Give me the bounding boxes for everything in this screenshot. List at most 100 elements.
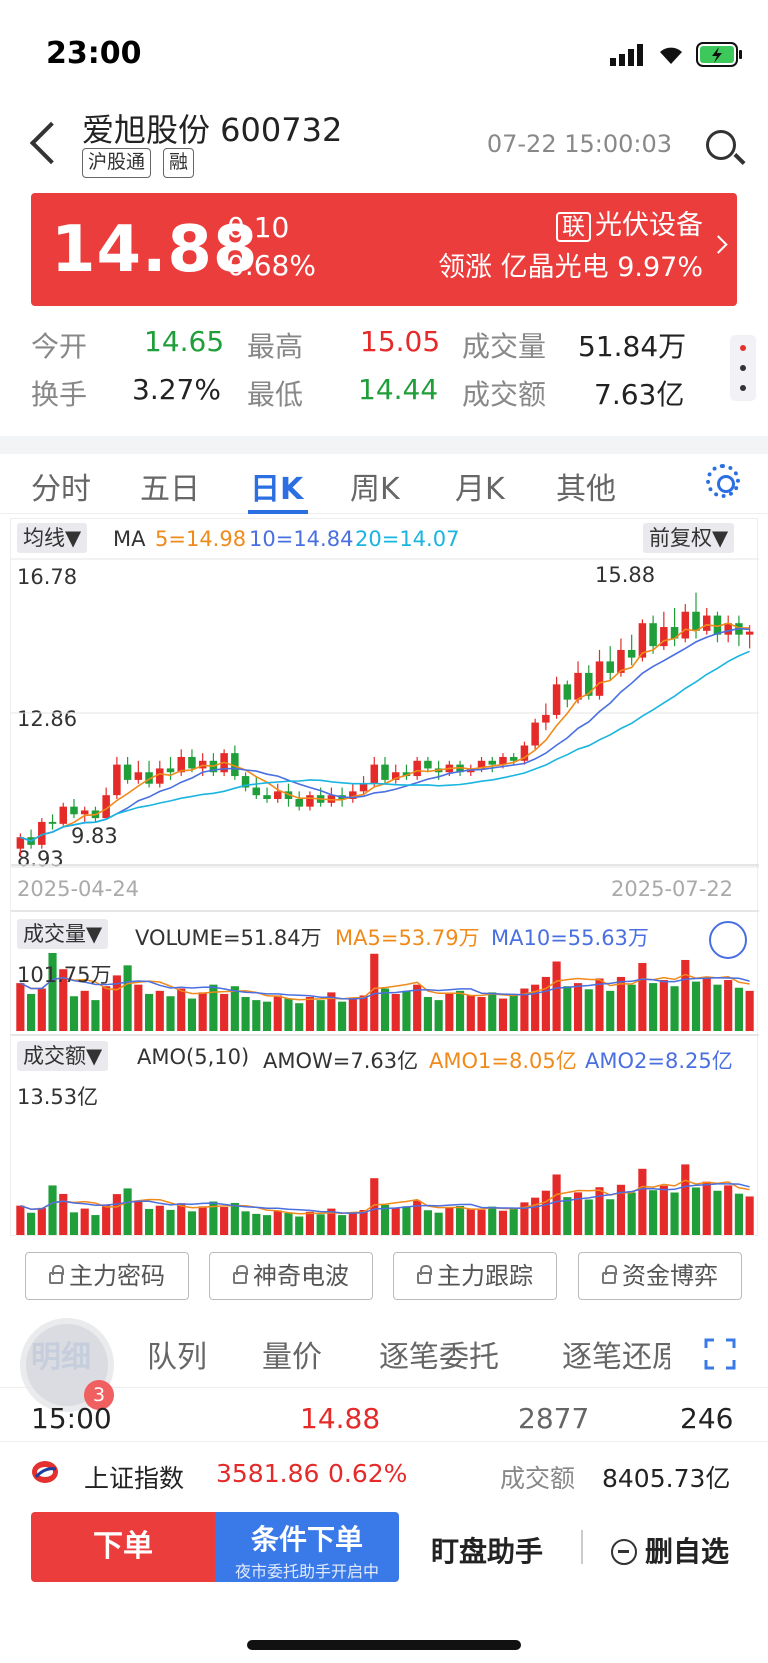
amount-bar: [80, 1208, 89, 1235]
volume-label: 成交量: [462, 330, 547, 363]
market-index-row[interactable]: 上证指数 3581.86 0.62% 成交额 8405.73亿: [0, 1447, 768, 1499]
wifi-icon: [660, 47, 682, 64]
conditional-order-button[interactable]: 条件下单 夜市委托助手开启中: [215, 1512, 399, 1582]
volume-bar: [69, 996, 79, 1031]
ma5-line: [20, 622, 750, 842]
volume-bar: [295, 1003, 304, 1031]
volume-bar: [220, 993, 229, 1031]
high-value: 15.05: [360, 325, 441, 358]
open-label: 今开: [31, 330, 88, 363]
tag-hgt[interactable]: 沪股通: [82, 148, 152, 178]
bottom-action-bar: 下单 条件下单 夜市委托助手开启中 盯盘助手 删自选: [31, 1512, 737, 1582]
tab-intraday[interactable]: 分时: [31, 464, 91, 508]
candle-body: [488, 760, 496, 765]
candle-body: [70, 806, 78, 815]
volume-bar: [509, 993, 518, 1031]
amount-bar: [584, 1199, 593, 1235]
tag-margin[interactable]: 融: [163, 148, 195, 178]
amount-bar: [37, 1207, 46, 1235]
back-icon[interactable]: [29, 121, 73, 165]
volume-bar: [670, 986, 679, 1031]
amount-bar: [552, 1174, 561, 1235]
volume-bar: [177, 988, 186, 1031]
candle-body: [156, 768, 164, 784]
amount-bar: [295, 1216, 304, 1235]
remove-watchlist-label: 删自选: [645, 1535, 730, 1568]
remove-watchlist-button[interactable]: 删自选: [611, 1530, 729, 1570]
signal-icon: [610, 44, 643, 66]
lock-icon: [49, 1265, 64, 1284]
amount-bar: [144, 1208, 154, 1235]
amount-bar: [541, 1190, 550, 1235]
module-main-force-track[interactable]: 主力跟踪: [393, 1252, 557, 1300]
tab-queue[interactable]: 队列: [147, 1332, 207, 1376]
price-change-block: 0.10 0.68%: [227, 209, 316, 285]
tab-weekly-k[interactable]: 周K: [350, 464, 400, 508]
tab-volume-price[interactable]: 量价: [262, 1332, 322, 1376]
volume-bar: [649, 983, 658, 1031]
module-main-force-code[interactable]: 主力密码: [25, 1252, 189, 1300]
module-magic-wave[interactable]: 神奇电波: [209, 1252, 373, 1300]
more-icon[interactable]: [730, 335, 756, 401]
amount-bar: [681, 1164, 690, 1235]
amount-bar: [402, 1206, 411, 1235]
amount-bar: [348, 1212, 357, 1235]
tab-monthly-k[interactable]: 月K: [455, 464, 505, 508]
tick-row: 15:00 14.88 2877 246: [0, 1398, 768, 1442]
volume-bar: [166, 996, 175, 1031]
chevron-right-icon: [709, 235, 728, 254]
amount-bar: [198, 1206, 207, 1235]
tab-tick-orders[interactable]: 逐笔委托: [379, 1332, 499, 1376]
candle-body: [413, 760, 421, 777]
tab-daily-k[interactable]: 日K: [250, 464, 303, 508]
battery-icon: [696, 42, 742, 67]
quote-grid: 今开 14.65 最高 15.05 成交量 51.84万 换手 3.27% 最低…: [0, 315, 768, 435]
volume-bar: [241, 997, 250, 1031]
candle-body: [274, 791, 282, 799]
date-end: 2025-07-22: [611, 877, 734, 901]
sector-leader: 领涨 亿晶光电 9.97%: [438, 252, 703, 283]
volume-bar: [359, 995, 368, 1031]
candle-body: [59, 806, 68, 824]
monitor-helper-button[interactable]: 盯盘助手: [431, 1530, 543, 1570]
kline-chart[interactable]: 均线▼ MA 5=14.98 10=14.84 20=14.07 前复权▼ 16…: [10, 518, 759, 1236]
amount-bar: [48, 1185, 57, 1235]
volume-bar: [16, 983, 25, 1031]
price-change-pct: 0.68%: [227, 249, 316, 282]
volume-ma5: MA5=53.79万: [335, 926, 480, 950]
order-button[interactable]: 下单: [31, 1512, 215, 1582]
candle-body: [263, 795, 271, 799]
settings-icon[interactable]: [706, 464, 740, 498]
candle-body: [692, 611, 700, 631]
search-icon[interactable]: [706, 130, 736, 160]
candle-body: [563, 684, 572, 700]
amount-bar: [606, 1199, 615, 1235]
amount-selector[interactable]: 成交额▼: [17, 1041, 109, 1071]
tab-tick-restore[interactable]: 逐笔还原: [562, 1332, 670, 1376]
detail-tabs: 明细 队列 量价 逐笔委托 逐笔还原: [0, 1318, 768, 1388]
lock-icon: [417, 1265, 432, 1284]
price-panel[interactable]: 14.88 0.10 0.68% 联光伏设备 领涨 亿晶光电 9.97%: [31, 193, 737, 306]
turnover-label: 换手: [31, 378, 88, 411]
amount-bar: [112, 1194, 121, 1235]
volume-bar: [252, 1000, 261, 1031]
volume-value: 51.84万: [578, 330, 687, 363]
index-name: 上证指数: [84, 1464, 185, 1493]
volume-current: VOLUME=51.84万: [135, 926, 322, 950]
volume-bar: [305, 997, 315, 1031]
volume-bar: [423, 997, 432, 1031]
candle-body: [745, 631, 754, 635]
module-fund-game[interactable]: 资金博弈: [578, 1252, 742, 1300]
fullscreen-icon[interactable]: [704, 1338, 736, 1370]
index-amount-label: 成交额: [500, 1464, 576, 1493]
sector-block[interactable]: 联光伏设备 领涨 亿晶光电 9.97%: [438, 205, 703, 289]
candle-body: [552, 684, 561, 715]
tab-five-day[interactable]: 五日: [140, 464, 200, 508]
volume-selector[interactable]: 成交量▼: [17, 919, 109, 949]
expand-icon[interactable]: [709, 921, 747, 959]
minus-circle-icon: [611, 1539, 637, 1565]
amount-bar: [466, 1209, 475, 1235]
amount-bar: [166, 1209, 175, 1235]
tab-other[interactable]: 其他: [556, 464, 616, 508]
volume-bar: [713, 984, 722, 1031]
